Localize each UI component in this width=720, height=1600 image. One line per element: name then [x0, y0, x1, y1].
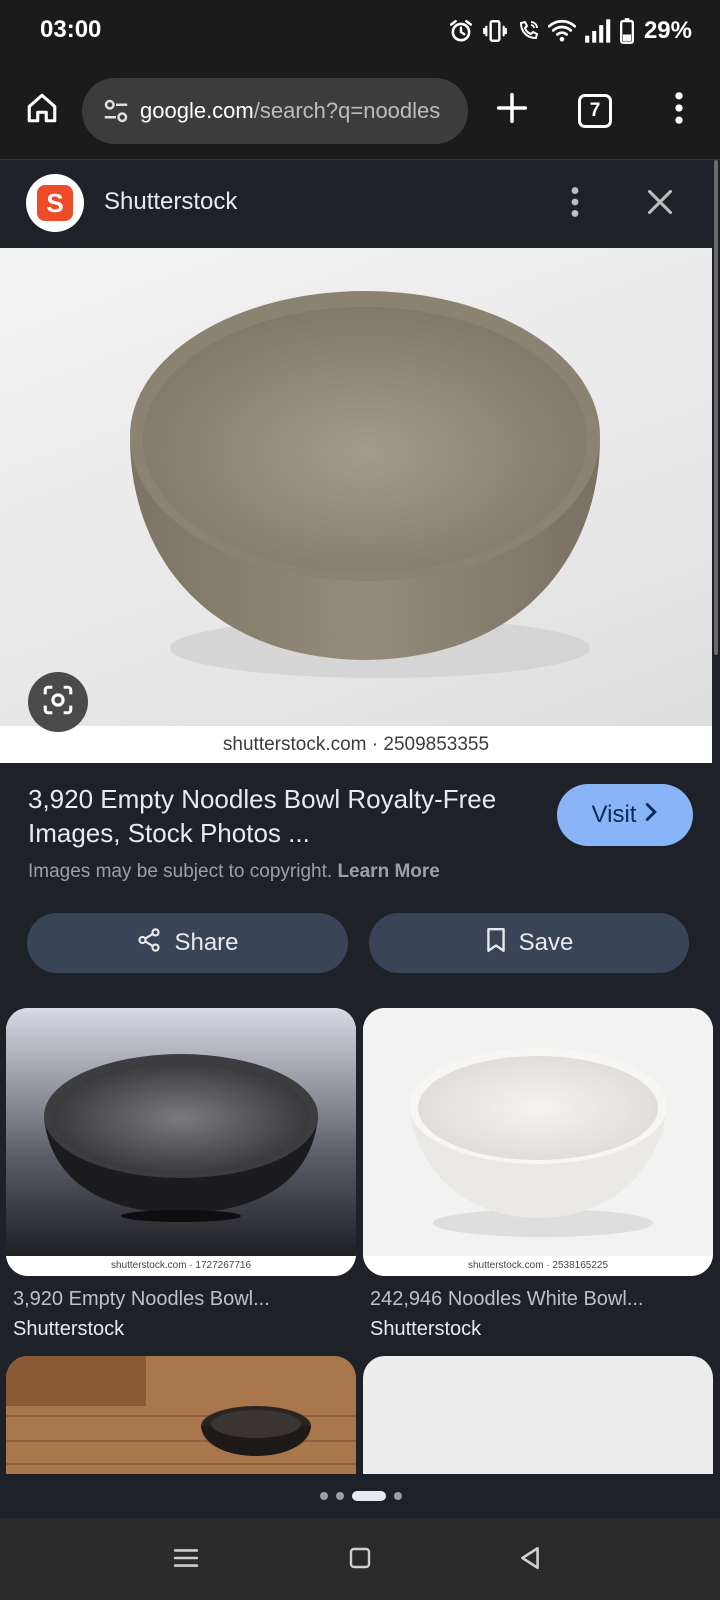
address-bar[interactable]: google.com/search?q=noodles — [82, 78, 468, 144]
scrollbar[interactable] — [712, 160, 720, 1472]
wifi-calling-icon — [516, 19, 540, 43]
related-image-partial[interactable] — [363, 1356, 713, 1474]
page-dot-active — [352, 1491, 386, 1501]
source-name[interactable]: Shutterstock — [104, 188, 237, 216]
lens-search-button[interactable] — [28, 672, 88, 732]
signal-icon — [584, 19, 612, 43]
plus-icon — [496, 92, 528, 129]
related-image[interactable]: shutterstock.com · 1727267716 — [6, 1008, 356, 1276]
page-indicator — [320, 1491, 402, 1501]
visit-label: Visit — [591, 801, 637, 828]
wifi-icon — [547, 18, 576, 44]
learn-more-link[interactable]: Learn More — [337, 861, 439, 882]
home-button[interactable] — [20, 88, 64, 132]
save-button[interactable]: Save — [369, 913, 689, 973]
related-title[interactable]: 242,946 Noodles White Bowl... — [370, 1288, 644, 1311]
related-caption: shutterstock.com · 2538165225 — [363, 1256, 713, 1276]
preview-image[interactable]: shutterstock.com · 2509853355 — [0, 248, 712, 763]
more-vert-icon — [570, 186, 580, 223]
source-logo: S — [26, 174, 84, 232]
preview-caption: shutterstock.com · 2509853355 — [0, 726, 712, 763]
page-dot — [336, 1492, 344, 1500]
menu-icon — [173, 1547, 199, 1574]
bookmark-icon — [485, 927, 507, 960]
copyright-text: Images may be subject to copyright. — [28, 861, 333, 882]
scrollbar-thumb[interactable] — [714, 160, 718, 655]
related-title[interactable]: 3,920 Empty Noodles Bowl... — [13, 1288, 270, 1311]
close-icon — [646, 188, 674, 221]
chevron-right-icon — [644, 801, 658, 829]
new-tab-button[interactable] — [490, 88, 534, 132]
back-button[interactable] — [508, 1538, 552, 1582]
home-icon — [25, 91, 59, 130]
more-vert-icon — [674, 91, 684, 130]
lens-icon — [41, 683, 75, 722]
status-time: 03:00 — [40, 16, 102, 43]
source-header: S Shutterstock — [0, 160, 708, 248]
alarm-icon — [448, 18, 474, 44]
page-dot — [394, 1492, 402, 1500]
browser-toolbar: google.com/search?q=noodles 7 — [0, 64, 720, 160]
close-button[interactable] — [640, 184, 680, 224]
browser-menu-button[interactable] — [664, 88, 694, 132]
related-image[interactable]: shutterstock.com · 2538165225 — [363, 1008, 713, 1276]
page-dot — [320, 1492, 328, 1500]
related-caption: shutterstock.com · 1727267716 — [6, 1256, 356, 1276]
square-icon — [348, 1546, 372, 1575]
tab-switcher-button[interactable]: 7 — [578, 94, 612, 128]
result-title[interactable]: 3,920 Empty Noodles Bowl Royalty-Free Im… — [28, 782, 548, 850]
system-nav-bar — [0, 1518, 720, 1600]
url-text: google.com/search?q=noodles — [140, 98, 440, 124]
site-settings-icon[interactable] — [96, 96, 136, 126]
home-nav-button[interactable] — [338, 1538, 382, 1582]
share-icon — [136, 927, 162, 960]
bowl-photo — [0, 248, 712, 726]
related-source: Shutterstock — [370, 1318, 482, 1340]
source-more-button[interactable] — [560, 182, 590, 226]
recents-button[interactable] — [164, 1538, 208, 1582]
related-image-partial[interactable] — [6, 1356, 356, 1474]
share-button[interactable]: Share — [27, 913, 348, 973]
vibrate-icon — [482, 18, 508, 44]
url-path: /search?q=noodles — [253, 98, 441, 123]
url-host: google.com — [140, 98, 254, 123]
battery-percent: 29% — [643, 17, 692, 44]
dark-bowl-photo — [6, 1008, 356, 1256]
related-source: Shutterstock — [13, 1318, 125, 1340]
visit-button[interactable]: Visit — [557, 784, 693, 846]
status-icons: 29% — [448, 14, 692, 48]
shutterstock-logo-icon: S — [37, 185, 73, 221]
back-triangle-icon — [517, 1545, 543, 1576]
white-bowl-photo — [363, 1008, 713, 1256]
status-bar: 03:00 29% — [0, 0, 720, 64]
battery-icon — [619, 18, 634, 44]
share-label: Share — [174, 929, 239, 956]
save-label: Save — [518, 929, 574, 956]
copyright-notice: Images may be subject to copyright. Lear… — [28, 861, 440, 883]
